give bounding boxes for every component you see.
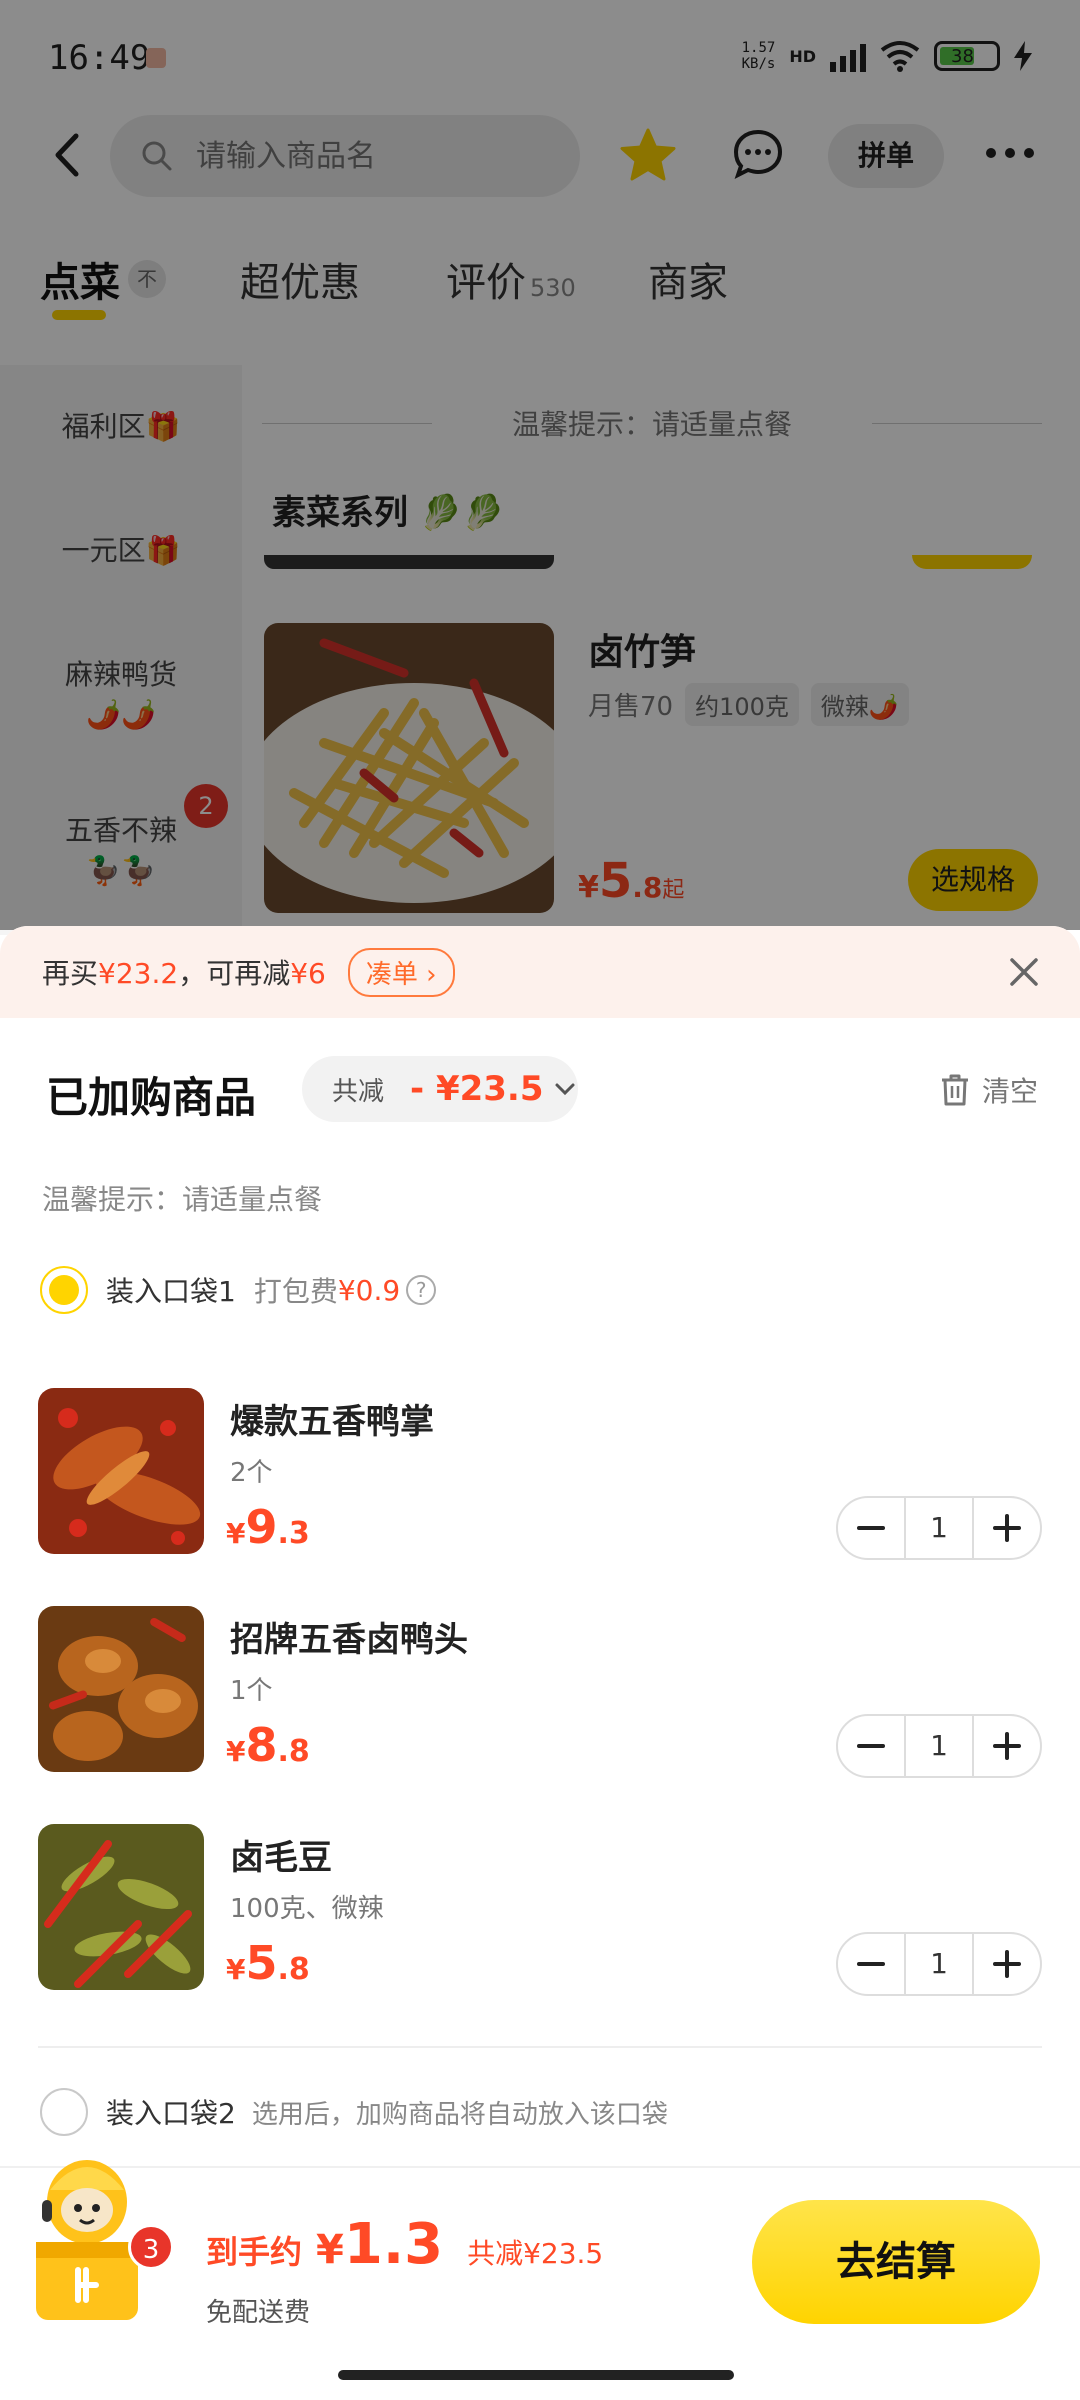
item-spec: 1个 bbox=[230, 1676, 273, 1706]
bag-2-hint: 选用后，加购商品将自动放入该口袋 bbox=[251, 2099, 668, 2130]
chevron-down-icon bbox=[555, 1083, 575, 1096]
promo-bar: 再买¥23.2，可再减¥6 凑单 › bbox=[0, 926, 1080, 1018]
bag-1-row[interactable]: 装入口袋1 打包费 ¥0.9 ? bbox=[40, 1266, 437, 1314]
add-more-button[interactable]: 凑单 › bbox=[347, 947, 455, 997]
promo-text: 再买¥23.2，可再减¥6 bbox=[42, 957, 326, 990]
bag-2-row[interactable]: 装入口袋2 选用后，加购商品将自动放入该口袋 bbox=[40, 2088, 668, 2136]
cart-count-badge: 3 bbox=[128, 2224, 174, 2270]
cart-item: 招牌五香卤鸭头 1个 ¥8.8 1 bbox=[38, 1606, 1048, 1778]
cart-header: 已加购商品 共减 - ¥23.5 清空 bbox=[0, 1056, 1080, 1126]
plus-icon[interactable] bbox=[974, 1716, 1040, 1776]
quantity-value[interactable]: 1 bbox=[904, 1498, 974, 1558]
bag-2-radio[interactable] bbox=[40, 2088, 88, 2136]
item-price: ¥8.8 bbox=[226, 1718, 310, 1772]
quantity-stepper: 1 bbox=[836, 1714, 1042, 1778]
packing-fee-label: 打包费 bbox=[253, 1275, 338, 1308]
quantity-stepper: 1 bbox=[836, 1932, 1042, 1996]
item-name: 招牌五香卤鸭头 bbox=[230, 1620, 468, 1660]
checkout-button[interactable]: 去结算 bbox=[752, 2200, 1040, 2324]
saved-amount: 共减¥23.5 bbox=[467, 2237, 604, 2270]
bag-1-radio[interactable] bbox=[40, 1266, 88, 1314]
packing-fee-value: ¥0.9 bbox=[337, 1273, 401, 1307]
divider bbox=[38, 2046, 1042, 2048]
home-indicator[interactable] bbox=[338, 2370, 734, 2380]
item-spec: 100克、微辣 bbox=[230, 1894, 384, 1924]
quantity-value[interactable]: 1 bbox=[904, 1934, 974, 1994]
quantity-stepper: 1 bbox=[836, 1496, 1042, 1560]
cart-tip: 温馨提示：请适量点餐 bbox=[42, 1183, 323, 1216]
item-name: 爆款五香鸭掌 bbox=[230, 1402, 434, 1442]
close-icon[interactable] bbox=[1004, 952, 1044, 992]
dim-overlay[interactable] bbox=[0, 0, 1080, 930]
checkout-bar: 3 到手约 ¥ 1.3 共减¥23.5 免配送费 去结算 bbox=[0, 2160, 1080, 2400]
minus-icon[interactable] bbox=[838, 1498, 904, 1558]
bag-2-label: 装入口袋2 bbox=[106, 2097, 236, 2130]
minus-icon[interactable] bbox=[838, 1716, 904, 1776]
cart-item: 爆款五香鸭掌 2个 ¥9.3 1 bbox=[38, 1388, 1048, 1560]
plus-icon[interactable] bbox=[974, 1498, 1040, 1558]
item-name: 卤毛豆 bbox=[230, 1838, 332, 1878]
item-spec: 2个 bbox=[230, 1458, 273, 1488]
cart-item: 卤毛豆 100克、微辣 ¥5.8 1 bbox=[38, 1824, 1048, 1996]
item-image bbox=[38, 1388, 204, 1554]
chevron-right-icon: › bbox=[426, 959, 437, 990]
bag-1-label: 装入口袋1 bbox=[106, 1275, 236, 1308]
clear-cart-button[interactable]: 清空 bbox=[940, 1070, 1038, 1110]
trash-icon bbox=[941, 1074, 968, 1106]
item-image bbox=[38, 1824, 204, 1990]
help-icon[interactable]: ? bbox=[406, 1275, 437, 1305]
item-price: ¥5.8 bbox=[226, 1936, 310, 1990]
minus-icon[interactable] bbox=[838, 1934, 904, 1994]
discount-summary-button[interactable]: 共减 - ¥23.5 bbox=[302, 1056, 578, 1122]
item-image bbox=[38, 1606, 204, 1772]
quantity-value[interactable]: 1 bbox=[904, 1716, 974, 1776]
plus-icon[interactable] bbox=[974, 1934, 1040, 1994]
delivery-fee-note: 免配送费 bbox=[206, 2298, 311, 2328]
total-price: 到手约 ¥ 1.3 共减¥23.5 bbox=[206, 2212, 604, 2277]
cart-title: 已加购商品 bbox=[46, 1073, 257, 1122]
item-price: ¥9.3 bbox=[226, 1500, 310, 1554]
